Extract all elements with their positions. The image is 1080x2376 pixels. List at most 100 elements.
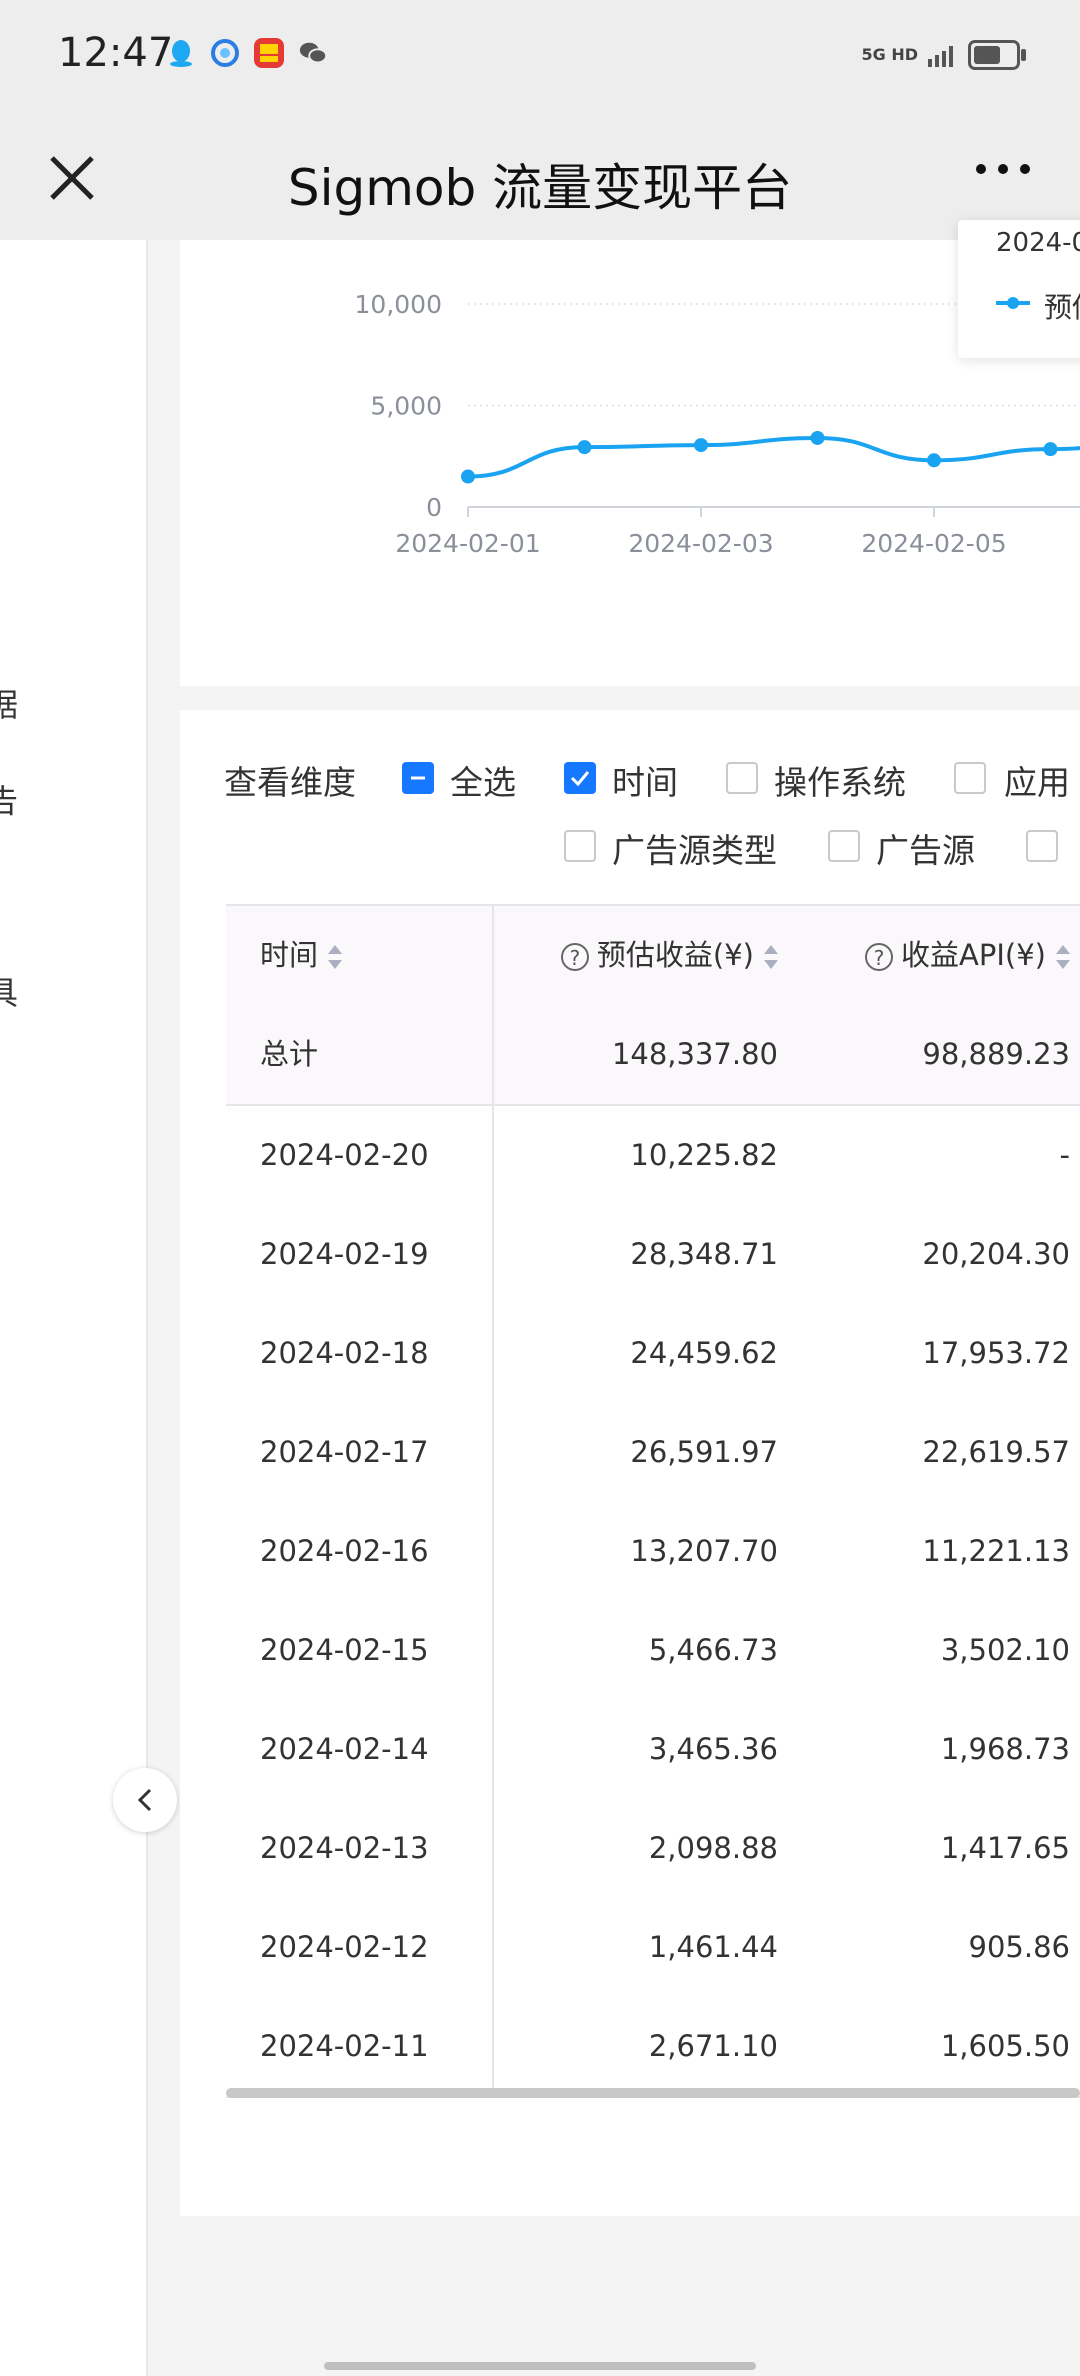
row-date: 2024-02-11 — [260, 2029, 429, 2063]
sort-icon — [328, 943, 343, 971]
sort-icon — [1056, 943, 1070, 971]
data-point[interactable] — [694, 438, 708, 453]
row-date: 2024-02-16 — [260, 1534, 429, 1568]
series-marker-icon — [996, 297, 1030, 309]
more-dimension-checkbox[interactable] — [1026, 830, 1058, 862]
row-api: 1,417.65 — [940, 1831, 1070, 1865]
table-total-row: 总计 148,337.80 98,889.23 — [226, 1005, 1080, 1106]
row-date: 2024-02-19 — [260, 1237, 429, 1271]
sidebar-item-fragment[interactable]: 告 — [0, 776, 18, 822]
data-point[interactable] — [461, 469, 475, 484]
row-api: 22,619.57 — [922, 1435, 1070, 1469]
row-estimated: 5,466.73 — [648, 1633, 778, 1667]
column-divider — [492, 1403, 494, 1502]
data-point[interactable] — [577, 440, 592, 455]
row-date: 2024-02-12 — [260, 1930, 429, 1964]
row-date: 2024-02-15 — [260, 1633, 429, 1667]
data-point[interactable] — [1043, 442, 1058, 457]
tooltip-series-label: 预估 — [1044, 291, 1080, 324]
header-api-label: 收益API(¥) — [901, 938, 1046, 972]
column-divider — [492, 1700, 494, 1799]
select-all-label[interactable]: 全选 — [450, 756, 516, 804]
table-horizontal-scrollbar[interactable] — [226, 2088, 1080, 2098]
row-api: - — [1059, 1138, 1070, 1172]
collapse-sidebar-button[interactable] — [113, 1768, 177, 1832]
table-row: 2024-02-11 2,671.10 1,605.50 — [226, 1997, 1080, 2098]
app-checkbox[interactable] — [954, 762, 986, 794]
table-row: 2024-02-18 24,459.62 17,953.72 — [226, 1304, 1080, 1405]
os-checkbox[interactable] — [726, 762, 758, 794]
row-estimated: 2,671.10 — [648, 2029, 778, 2063]
checkmark-icon — [570, 771, 590, 787]
row-date: 2024-02-14 — [260, 1732, 429, 1766]
series-line — [467, 435, 1080, 479]
table-row: 2024-02-13 2,098.88 1,417.65 — [226, 1799, 1080, 1900]
column-divider — [492, 1997, 494, 2096]
os-label[interactable]: 操作系统 — [774, 756, 906, 804]
header-time[interactable]: 时间 — [260, 906, 343, 1005]
column-divider — [492, 1205, 494, 1304]
select-all-checkbox[interactable] — [402, 762, 434, 794]
row-date: 2024-02-13 — [260, 1831, 429, 1865]
row-api: 11,221.13 — [922, 1534, 1070, 1568]
row-estimated: 1,461.44 — [648, 1930, 778, 1964]
filter-label: 查看维度 — [224, 763, 356, 802]
time-checkbox[interactable] — [564, 762, 596, 794]
sort-icon — [764, 943, 778, 971]
header-estimated-revenue[interactable]: ? 预估收益(¥) — [560, 906, 778, 1005]
y-tick-label: 5,000 — [370, 392, 442, 421]
data-table: 时间 ? 预估收益(¥) ? 收益API(¥) 总计 148,337.80 98,8… — [226, 904, 1080, 2098]
x-tick-label: 2024-02-01 — [395, 529, 540, 558]
total-estimated: 148,337.80 — [611, 1037, 778, 1071]
help-icon[interactable]: ? — [560, 943, 589, 971]
ad-source-checkbox[interactable] — [828, 830, 860, 862]
header-api-revenue[interactable]: ? 收益API(¥) — [865, 906, 1070, 1005]
app-label[interactable]: 应用 — [1004, 756, 1070, 804]
row-api: 905.86 — [968, 1930, 1070, 1964]
total-api: 98,889.23 — [922, 1037, 1070, 1071]
home-indicator[interactable] — [324, 2362, 756, 2370]
tooltip-date: 2024-0 — [996, 228, 1080, 258]
data-point[interactable] — [810, 430, 825, 445]
row-date: 2024-02-18 — [260, 1336, 429, 1370]
row-api: 3,502.10 — [940, 1633, 1070, 1667]
total-label: 总计 — [260, 1037, 319, 1071]
ad-source-type-checkbox[interactable] — [564, 830, 596, 862]
row-date: 2024-02-20 — [260, 1138, 429, 1172]
column-divider — [492, 1799, 494, 1898]
table-row: 2024-02-15 5,466.73 3,502.10 — [226, 1601, 1080, 1702]
column-divider — [492, 1106, 494, 1205]
row-estimated: 28,348.71 — [630, 1237, 778, 1271]
table-row: 2024-02-19 28,348.71 20,204.30 — [226, 1205, 1080, 1306]
row-estimated: 2,098.88 — [648, 1831, 778, 1865]
help-icon[interactable]: ? — [865, 943, 894, 971]
row-estimated: 10,225.82 — [630, 1138, 778, 1172]
row-api: 17,953.72 — [922, 1336, 1070, 1370]
revenue-line-chart: 0 5,000 10,000 2024-02-01 2024-02-03 2024-02… — [355, 290, 1080, 558]
y-tick-label: 10,000 — [355, 290, 442, 319]
row-date: 2024-02-17 — [260, 1435, 429, 1469]
ad-source-label[interactable]: 广告源 — [876, 824, 975, 872]
row-estimated: 26,591.97 — [630, 1435, 778, 1469]
column-divider — [492, 1601, 494, 1700]
ad-source-type-label[interactable]: 广告源类型 — [612, 824, 777, 872]
table-header-row: 时间 ? 预估收益(¥) ? 收益API(¥) — [226, 904, 1080, 1007]
data-point[interactable] — [927, 453, 941, 468]
sidebar-item-fragment[interactable]: 具 — [0, 968, 18, 1014]
row-estimated: 24,459.62 — [630, 1336, 778, 1370]
header-estimated-label: 预估收益(¥) — [596, 938, 754, 972]
table-row: 2024-02-16 13,207.70 11,221.13 — [226, 1502, 1080, 1603]
column-divider — [492, 1005, 494, 1104]
time-label[interactable]: 时间 — [612, 756, 678, 804]
table-row: 2024-02-20 10,225.82 - — [226, 1106, 1080, 1207]
row-estimated: 3,465.36 — [648, 1732, 778, 1766]
header-time-label: 时间 — [260, 938, 319, 972]
y-tick-label: 0 — [426, 493, 442, 522]
column-divider — [492, 1898, 494, 1997]
row-api: 1,605.50 — [940, 2029, 1070, 2063]
row-api: 1,968.73 — [940, 1732, 1070, 1766]
row-estimated: 13,207.70 — [630, 1534, 778, 1568]
row-api: 20,204.30 — [922, 1237, 1070, 1271]
chevron-left-icon — [137, 1788, 152, 1812]
x-tick-label: 2024-02-03 — [628, 529, 773, 558]
